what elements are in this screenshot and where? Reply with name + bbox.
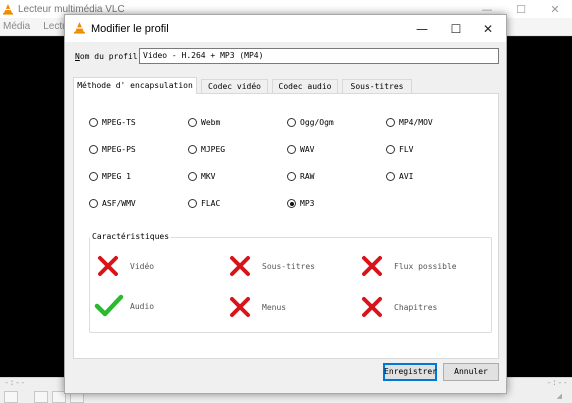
cross-icon	[230, 256, 250, 276]
radio-flv[interactable]: FLV	[386, 145, 413, 154]
radio-indicator[interactable]	[89, 118, 98, 127]
dialog-titlebar: Modifier le profil — ☐ ✕	[65, 15, 506, 42]
radio-label: FLV	[399, 145, 414, 154]
radio-mpeg-1[interactable]: MPEG 1	[89, 172, 131, 181]
vlc-cone-icon	[73, 19, 86, 38]
tab-video-codec[interactable]: Codec vidéo	[201, 79, 268, 94]
dialog-title: Modifier le profil	[91, 22, 169, 35]
radio-label: RAW	[300, 172, 315, 181]
tab-encapsulation[interactable]: Méthode d' encapsulation	[73, 77, 197, 94]
radio-label: WAV	[300, 145, 315, 154]
check-icon	[94, 294, 124, 317]
radio-mp4-mov[interactable]: MP4/MOV	[386, 118, 433, 127]
feature-menus: Menus	[228, 295, 286, 319]
feature-label: Audio	[130, 301, 155, 311]
radio-indicator[interactable]	[89, 199, 98, 208]
radio-label: AVI	[399, 172, 414, 181]
vlc-window-title: Lecteur multimédia VLC	[18, 3, 125, 15]
save-button[interactable]: Enregistrer	[383, 363, 437, 381]
radio-label: ASF/WMV	[102, 199, 136, 208]
radio-indicator[interactable]	[386, 118, 395, 127]
vlc-play-button[interactable]	[4, 391, 18, 403]
radio-mpeg-ps[interactable]: MPEG-PS	[89, 145, 136, 154]
radio-label: FLAC	[201, 199, 221, 208]
radio-label: MP4/MOV	[399, 118, 433, 127]
radio-label: MKV	[201, 172, 216, 181]
radio-raw[interactable]: RAW	[287, 172, 314, 181]
feature-subtitles: Sous-titres	[228, 254, 315, 278]
radio-wav[interactable]: WAV	[287, 145, 314, 154]
radio-label: MP3	[300, 199, 315, 208]
radio-indicator-selected[interactable]	[287, 199, 296, 208]
radio-label: Webm	[201, 118, 221, 127]
cross-icon	[362, 297, 382, 317]
radio-indicator[interactable]	[89, 172, 98, 181]
radio-mp3[interactable]: MP3	[287, 199, 314, 208]
feature-label: Menus	[262, 302, 287, 312]
cross-icon	[98, 256, 118, 276]
radio-label: MJPEG	[201, 145, 226, 154]
radio-label: Ogg/Ogm	[300, 118, 334, 127]
vlc-volume-icon[interactable]: ◢	[557, 392, 562, 400]
radio-label: MPEG 1	[102, 172, 131, 181]
radio-indicator[interactable]	[188, 118, 197, 127]
radio-indicator[interactable]	[287, 172, 296, 181]
radio-indicator[interactable]	[386, 172, 395, 181]
cross-icon	[230, 297, 250, 317]
radio-webm[interactable]: Webm	[188, 118, 220, 127]
feature-label: Chapitres	[394, 302, 438, 312]
radio-indicator[interactable]	[188, 172, 197, 181]
vlc-previous-button[interactable]	[34, 391, 48, 403]
features-title: Caractéristiques	[90, 232, 172, 241]
cancel-button[interactable]: Annuler	[443, 363, 499, 381]
radio-indicator[interactable]	[386, 145, 395, 154]
encapsulation-panel: MPEG-TS Webm Ogg/Ogm MP4/MOV MPEG-PS MJP…	[73, 93, 499, 359]
feature-streaming: Flux possible	[360, 254, 457, 278]
vlc-menu-media[interactable]: Média	[3, 21, 30, 32]
radio-flac[interactable]: FLAC	[188, 199, 220, 208]
radio-indicator[interactable]	[287, 145, 296, 154]
radio-ogg-ogm[interactable]: Ogg/Ogm	[287, 118, 334, 127]
radio-mkv[interactable]: MKV	[188, 172, 215, 181]
feature-chapters: Chapitres	[360, 295, 437, 319]
radio-indicator[interactable]	[89, 145, 98, 154]
feature-audio: Audio	[94, 293, 154, 319]
radio-label: MPEG-PS	[102, 145, 136, 154]
feature-video: Vidéo	[96, 254, 154, 278]
vlc-elapsed-time: -:--	[4, 378, 26, 388]
radio-avi[interactable]: AVI	[386, 172, 413, 181]
radio-indicator[interactable]	[287, 118, 296, 127]
radio-indicator[interactable]	[188, 145, 197, 154]
tab-subtitles[interactable]: Sous-titres	[342, 79, 412, 94]
vlc-remaining-time: -:--	[546, 378, 568, 388]
dialog-close-button[interactable]: ✕	[468, 15, 508, 42]
radio-label: MPEG-TS	[102, 118, 136, 127]
profile-name-input[interactable]: Video - H.264 + MP3 (MP4)	[139, 48, 499, 64]
radio-mpeg-ts[interactable]: MPEG-TS	[89, 118, 136, 127]
feature-label: Sous-titres	[262, 261, 315, 271]
feature-label: Vidéo	[130, 261, 155, 271]
vlc-close-button[interactable]: ✕	[538, 0, 572, 18]
radio-mjpeg[interactable]: MJPEG	[188, 145, 225, 154]
edit-profile-dialog: Modifier le profil — ☐ ✕ Nom du profil V…	[64, 14, 507, 394]
feature-label: Flux possible	[394, 261, 457, 271]
radio-indicator[interactable]	[188, 199, 197, 208]
cross-icon	[362, 256, 382, 276]
profile-name-label: Nom du profil	[75, 52, 138, 61]
radio-asf-wmv[interactable]: ASF/WMV	[89, 199, 136, 208]
tab-audio-codec[interactable]: Codec audio	[272, 79, 338, 94]
profile-name-label-text: om du profil	[79, 52, 138, 61]
vlc-maximize-button[interactable]: ☐	[504, 0, 538, 18]
vlc-cone-icon	[2, 0, 14, 19]
